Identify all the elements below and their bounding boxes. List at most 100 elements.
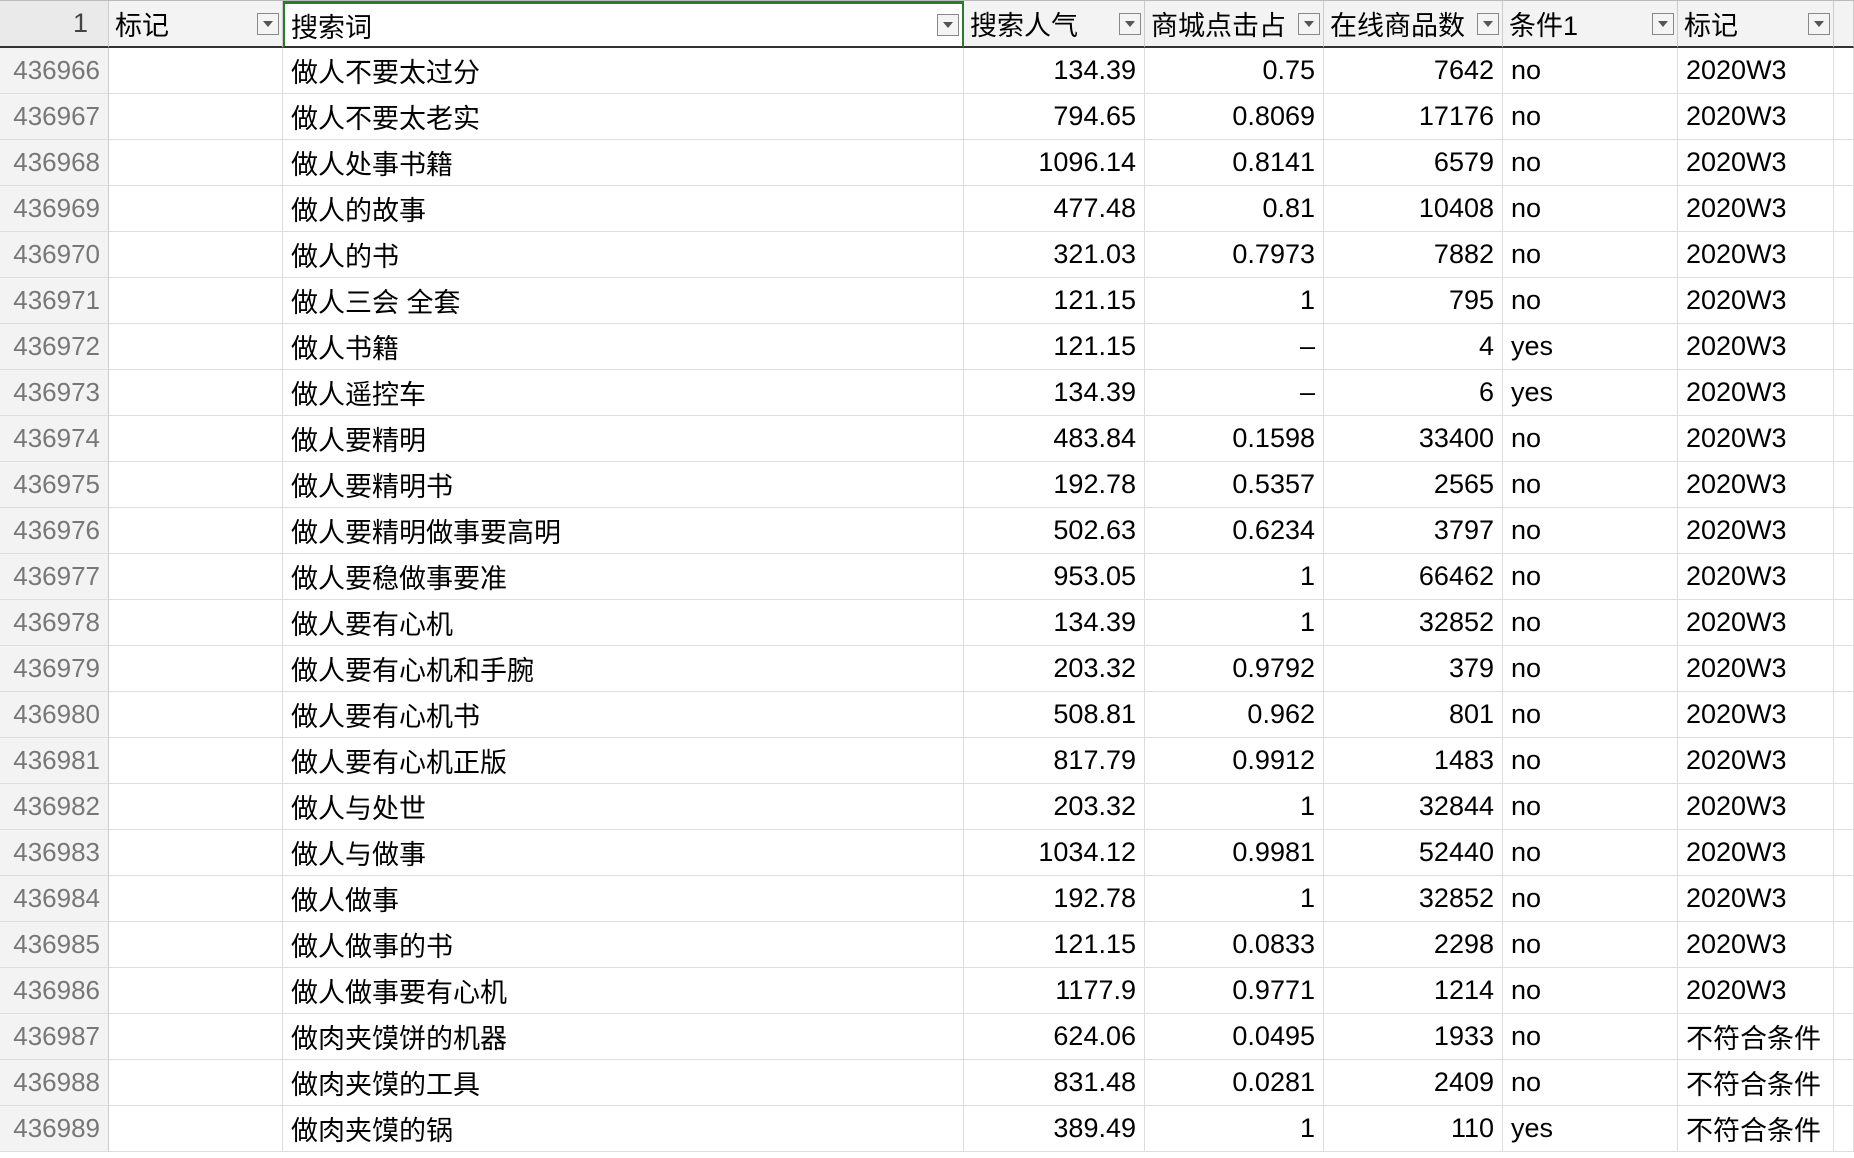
cell[interactable]: no xyxy=(1503,692,1678,738)
filter-dropdown-icon[interactable] xyxy=(937,14,959,36)
cell[interactable]: 0.9771 xyxy=(1145,968,1324,1014)
cell[interactable]: 做人要精明书 xyxy=(283,462,964,508)
cell[interactable]: 0.962 xyxy=(1145,692,1324,738)
cell[interactable] xyxy=(109,278,283,324)
cell[interactable]: 0.9792 xyxy=(1145,646,1324,692)
row-header[interactable]: 436979 xyxy=(0,646,109,692)
row-header[interactable]: 436968 xyxy=(0,140,109,186)
cell[interactable] xyxy=(1834,370,1854,416)
cell[interactable]: 做人要有心机正版 xyxy=(283,738,964,784)
name-box[interactable]: 1 xyxy=(0,1,109,48)
cell[interactable]: 134.39 xyxy=(964,48,1145,94)
row-header[interactable]: 436988 xyxy=(0,1060,109,1106)
cell[interactable] xyxy=(1834,646,1854,692)
filter-dropdown-icon[interactable] xyxy=(1298,13,1320,35)
cell[interactable]: 1 xyxy=(1145,278,1324,324)
column-header[interactable]: 商城点击占 xyxy=(1145,1,1324,48)
cell[interactable] xyxy=(1834,94,1854,140)
cell[interactable]: 7882 xyxy=(1324,232,1503,278)
cell[interactable]: 2020W3 xyxy=(1678,600,1834,646)
row-header[interactable]: 436976 xyxy=(0,508,109,554)
cell[interactable]: 66462 xyxy=(1324,554,1503,600)
row-header[interactable]: 436967 xyxy=(0,94,109,140)
cell[interactable] xyxy=(109,830,283,876)
spreadsheet-grid[interactable]: 1标记搜索词搜索人气商城点击占在线商品数条件1标记436966做人不要太过分13… xyxy=(0,0,1854,1152)
cell[interactable]: 0.6234 xyxy=(1145,508,1324,554)
cell[interactable]: 做人遥控车 xyxy=(283,370,964,416)
cell[interactable]: 1 xyxy=(1145,554,1324,600)
cell[interactable]: 389.49 xyxy=(964,1106,1145,1152)
cell[interactable]: 134.39 xyxy=(964,600,1145,646)
cell[interactable]: 953.05 xyxy=(964,554,1145,600)
cell[interactable] xyxy=(1834,968,1854,1014)
column-header[interactable] xyxy=(1834,1,1854,48)
cell[interactable]: 121.15 xyxy=(964,324,1145,370)
row-header[interactable]: 436975 xyxy=(0,462,109,508)
cell[interactable]: 做人与处世 xyxy=(283,784,964,830)
row-header[interactable]: 436984 xyxy=(0,876,109,922)
cell[interactable]: 2020W3 xyxy=(1678,324,1834,370)
cell[interactable]: no xyxy=(1503,738,1678,784)
cell[interactable]: 不符合条件 xyxy=(1678,1060,1834,1106)
row-header[interactable]: 436980 xyxy=(0,692,109,738)
cell[interactable]: no xyxy=(1503,232,1678,278)
cell[interactable] xyxy=(1834,738,1854,784)
cell[interactable] xyxy=(109,692,283,738)
cell[interactable]: no xyxy=(1503,1014,1678,1060)
cell[interactable]: 2409 xyxy=(1324,1060,1503,1106)
cell[interactable]: 做人不要太老实 xyxy=(283,94,964,140)
cell[interactable]: 做肉夹馍的锅 xyxy=(283,1106,964,1152)
cell[interactable]: 做人要有心机和手腕 xyxy=(283,646,964,692)
cell[interactable]: 1034.12 xyxy=(964,830,1145,876)
cell[interactable]: 0.8069 xyxy=(1145,94,1324,140)
row-header[interactable]: 436966 xyxy=(0,48,109,94)
cell[interactable]: 2020W3 xyxy=(1678,554,1834,600)
cell[interactable] xyxy=(1834,232,1854,278)
cell[interactable]: 624.06 xyxy=(964,1014,1145,1060)
cell[interactable]: no xyxy=(1503,646,1678,692)
cell[interactable] xyxy=(109,1014,283,1060)
cell[interactable] xyxy=(109,968,283,1014)
cell[interactable]: 0.8141 xyxy=(1145,140,1324,186)
filter-dropdown-icon[interactable] xyxy=(1652,13,1674,35)
cell[interactable]: 2020W3 xyxy=(1678,48,1834,94)
cell[interactable] xyxy=(109,232,283,278)
row-header[interactable]: 436985 xyxy=(0,922,109,968)
cell[interactable]: 2020W3 xyxy=(1678,692,1834,738)
cell[interactable]: 做人做事的书 xyxy=(283,922,964,968)
cell[interactable]: 801 xyxy=(1324,692,1503,738)
cell[interactable]: 1 xyxy=(1145,876,1324,922)
row-header[interactable]: 436981 xyxy=(0,738,109,784)
cell[interactable]: no xyxy=(1503,186,1678,232)
cell[interactable] xyxy=(1834,324,1854,370)
cell[interactable] xyxy=(109,508,283,554)
row-header[interactable]: 436974 xyxy=(0,416,109,462)
cell[interactable]: 0.0833 xyxy=(1145,922,1324,968)
cell[interactable]: yes xyxy=(1503,370,1678,416)
cell[interactable]: 10408 xyxy=(1324,186,1503,232)
row-header[interactable]: 436971 xyxy=(0,278,109,324)
cell[interactable]: 做人要稳做事要准 xyxy=(283,554,964,600)
cell[interactable]: 做人的书 xyxy=(283,232,964,278)
cell[interactable]: 2020W3 xyxy=(1678,186,1834,232)
cell[interactable] xyxy=(1834,600,1854,646)
cell[interactable] xyxy=(109,140,283,186)
cell[interactable] xyxy=(1834,554,1854,600)
cell[interactable] xyxy=(109,94,283,140)
cell[interactable]: 做人做事 xyxy=(283,876,964,922)
cell[interactable]: 0.75 xyxy=(1145,48,1324,94)
filter-dropdown-icon[interactable] xyxy=(1808,13,1830,35)
cell[interactable]: 3797 xyxy=(1324,508,1503,554)
row-header[interactable]: 436972 xyxy=(0,324,109,370)
cell[interactable]: 4 xyxy=(1324,324,1503,370)
cell[interactable] xyxy=(1834,416,1854,462)
cell[interactable]: 502.63 xyxy=(964,508,1145,554)
row-header[interactable]: 436986 xyxy=(0,968,109,1014)
cell[interactable]: 2020W3 xyxy=(1678,278,1834,324)
column-header[interactable]: 标记 xyxy=(109,1,283,48)
cell[interactable]: 52440 xyxy=(1324,830,1503,876)
cell[interactable]: 2020W3 xyxy=(1678,784,1834,830)
cell[interactable]: 7642 xyxy=(1324,48,1503,94)
row-header[interactable]: 436970 xyxy=(0,232,109,278)
cell[interactable]: 192.78 xyxy=(964,876,1145,922)
